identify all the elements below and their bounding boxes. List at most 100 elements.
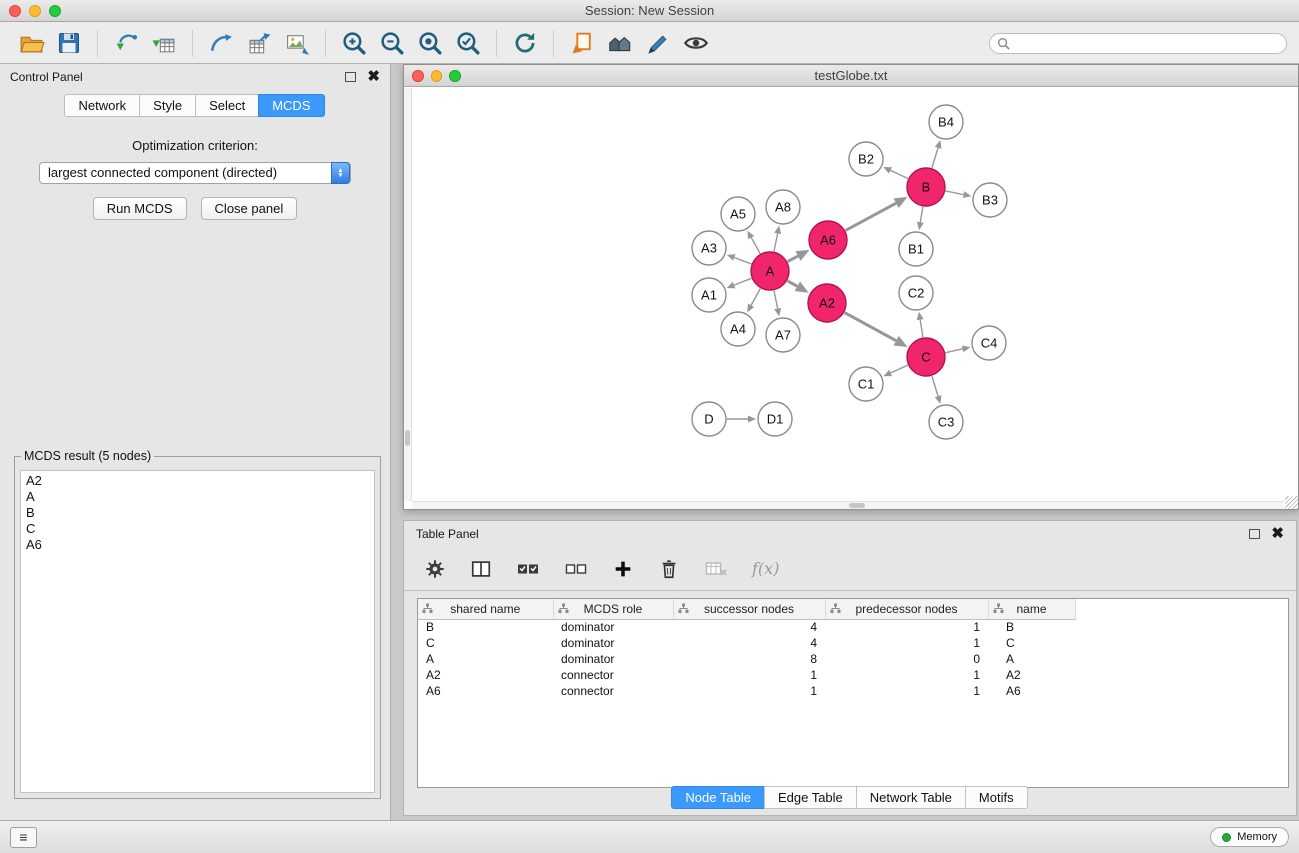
horizontal-scrollbar-track[interactable] [412,501,1284,509]
graph-edge-B-B4[interactable] [932,148,938,168]
node-table-cell[interactable]: dominator [553,619,673,635]
tab-select[interactable]: Select [195,94,259,117]
node-table-cell[interactable]: 1 [825,635,988,651]
graph-edge-C-C2[interactable] [920,320,923,338]
delete-column-button[interactable] [658,558,680,580]
node-table-cell[interactable]: 1 [673,667,825,683]
close-panel-button[interactable]: ✖ [367,71,380,83]
node-table-row[interactable]: A2connector11A2 [418,667,1288,683]
graph-edge-A-A1[interactable] [734,278,751,285]
node-table-cell[interactable]: B [418,619,553,635]
graph-edge-A-A6[interactable] [788,256,798,262]
graph-edge-A-A5[interactable] [751,238,760,254]
export-network-button[interactable] [204,26,238,60]
node-table-cell[interactable]: 1 [825,667,988,683]
zoom-fit-button[interactable] [413,26,447,60]
graph-edge-B-B2[interactable] [890,170,907,178]
node-table-cell[interactable]: connector [553,667,673,683]
vertical-scrollbar-thumb[interactable] [405,430,410,446]
run-mcds-button[interactable]: Run MCDS [93,197,187,220]
column-header-name[interactable]: name [988,599,1075,619]
delete-table-button[interactable] [704,557,728,581]
node-table-cell[interactable]: 1 [825,683,988,699]
graph-edge-B-B1[interactable] [920,207,923,223]
graph-edge-C-C4[interactable] [946,349,963,353]
column-header-mcds-role[interactable]: MCDS role [553,599,673,619]
task-history-button[interactable]: ≡ [10,827,37,848]
import-network-button[interactable] [109,26,143,60]
node-table-row[interactable]: Adominator80A [418,651,1288,667]
network-zoom-button[interactable] [449,70,461,82]
tab-node-table[interactable]: Node Table [671,786,765,809]
function-builder-button[interactable]: f(x) [752,559,779,578]
network-close-button[interactable] [412,70,424,82]
node-table-cell[interactable]: A6 [418,683,553,699]
mcds-result-item[interactable]: B [26,505,369,521]
zoom-out-button[interactable] [375,26,409,60]
node-table-cell[interactable]: 4 [673,635,825,651]
import-table-button[interactable] [147,26,181,60]
node-table-cell[interactable]: A2 [988,667,1075,683]
graph-edge-A6-B[interactable] [846,203,897,230]
node-table-cell[interactable]: C [418,635,553,651]
node-table-row[interactable]: Cdominator41C [418,635,1288,651]
tab-style[interactable]: Style [139,94,196,117]
column-header-shared-name[interactable]: shared name [418,599,553,619]
export-image-button[interactable] [280,26,314,60]
float-panel-button[interactable] [345,72,356,82]
node-table-cell[interactable]: A2 [418,667,553,683]
column-header-successor-nodes[interactable]: successor nodes [673,599,825,619]
tab-motifs[interactable]: Motifs [965,786,1028,809]
graph-edge-A2-C[interactable] [845,313,897,341]
export-table-button[interactable] [242,26,276,60]
save-session-button[interactable] [52,26,86,60]
node-table-cell[interactable]: B [988,619,1075,635]
first-neighbors-button[interactable] [565,26,599,60]
mcds-result-item[interactable]: C [26,521,369,537]
node-table-cell[interactable]: C [988,635,1075,651]
graph-edge-C-C3[interactable] [932,376,938,396]
node-table-cell[interactable]: 1 [673,683,825,699]
close-table-panel-button[interactable]: ✖ [1271,528,1284,540]
tab-network[interactable]: Network [64,94,140,117]
tab-mcds[interactable]: MCDS [258,94,324,117]
network-minimize-button[interactable] [431,70,443,82]
zoom-window-button[interactable] [49,5,61,17]
graph-edge-B-B3[interactable] [946,191,964,195]
horizontal-scrollbar-thumb[interactable] [849,503,865,508]
close-mcds-panel-button[interactable]: Close panel [201,197,298,220]
column-header-predecessor-nodes[interactable]: predecessor nodes [825,599,988,619]
node-table-cell[interactable]: 8 [673,651,825,667]
mcds-result-item[interactable]: A2 [26,473,369,489]
graph-edge-A-A8[interactable] [774,233,778,251]
node-table-row[interactable]: Bdominator41B [418,619,1288,635]
tab-edge-table[interactable]: Edge Table [764,786,857,809]
table-settings-button[interactable] [424,558,446,580]
network-graph[interactable]: B4B2BB3A5A8A6A3B1AC2A1A2A4A7C4CC1DD1C3 [404,88,1298,509]
node-table-cell[interactable]: 1 [825,619,988,635]
search-input[interactable] [1014,36,1279,50]
criterion-select[interactable]: largest connected component (directed) ▲… [39,162,351,184]
node-table-cell[interactable]: dominator [553,635,673,651]
node-table-cell[interactable]: A [418,651,553,667]
graphics-details-button[interactable] [641,26,675,60]
node-table-cell[interactable]: connector [553,683,673,699]
memory-button[interactable]: Memory [1210,827,1289,847]
refresh-view-button[interactable] [508,26,542,60]
graph-edge-A-A4[interactable] [751,289,760,306]
show-column-button[interactable] [470,558,492,580]
node-table-cell[interactable]: 0 [825,651,988,667]
node-table-cell[interactable]: dominator [553,651,673,667]
graph-edge-A-A2[interactable] [787,281,797,287]
node-table-row[interactable]: A6connector11A6 [418,683,1288,699]
minimize-window-button[interactable] [29,5,41,17]
add-column-button[interactable] [612,558,634,580]
select-all-button[interactable] [516,557,540,581]
node-table-cell[interactable]: A [988,651,1075,667]
mcds-result-item[interactable]: A6 [26,537,369,553]
node-table-cell[interactable]: A6 [988,683,1075,699]
graph-edge-A-A3[interactable] [734,258,751,264]
graph-edge-A-A7[interactable] [774,291,778,309]
graph-edge-C-C1[interactable] [891,365,908,373]
tab-network-table[interactable]: Network Table [856,786,966,809]
